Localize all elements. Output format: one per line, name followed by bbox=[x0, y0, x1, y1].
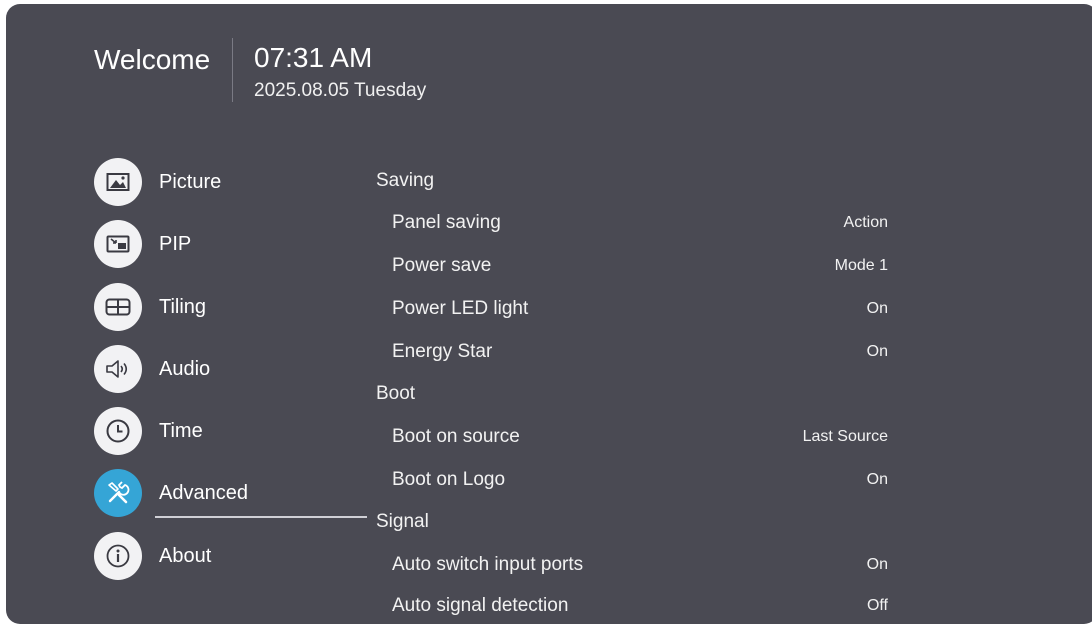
setting-label: Power LED light bbox=[392, 298, 529, 319]
menu-item-advanced[interactable]: Advanced bbox=[94, 469, 248, 517]
active-menu-underline bbox=[155, 516, 367, 518]
header-divider bbox=[232, 38, 233, 102]
setting-label: Energy Star bbox=[392, 341, 493, 362]
speaker-icon bbox=[94, 345, 142, 393]
setting-label: Panel saving bbox=[392, 212, 501, 233]
setting-value: On bbox=[866, 343, 888, 360]
setting-value: Action bbox=[843, 214, 888, 231]
menu-label-time: Time bbox=[159, 419, 203, 442]
menu-item-tiling[interactable]: Tiling bbox=[94, 283, 206, 331]
tiling-icon bbox=[94, 283, 142, 331]
setting-row-power-save[interactable]: Power save Mode 1 bbox=[392, 255, 888, 281]
setting-value: Mode 1 bbox=[834, 257, 888, 274]
tools-icon bbox=[94, 469, 142, 517]
menu-item-pip[interactable]: PIP bbox=[94, 220, 191, 268]
clock-time: 07:31 AM bbox=[254, 42, 373, 73]
menu-item-picture[interactable]: Picture bbox=[94, 158, 221, 206]
section-title-saving: Saving bbox=[376, 170, 435, 191]
setting-label: Boot on source bbox=[392, 426, 520, 447]
menu-label-audio: Audio bbox=[159, 357, 211, 380]
section-title-boot: Boot bbox=[376, 383, 416, 404]
menu-label-pip: PIP bbox=[159, 232, 192, 255]
menu-item-time[interactable]: Time bbox=[94, 407, 203, 455]
menu-label-tiling: Tiling bbox=[159, 295, 207, 318]
setting-row-energy-star[interactable]: Energy Star On bbox=[392, 341, 888, 367]
menu-label-advanced: Advanced bbox=[159, 481, 248, 504]
setting-value: On bbox=[866, 300, 888, 317]
setting-row-boot-on-source[interactable]: Boot on source Last Source bbox=[392, 426, 888, 452]
menu-item-about[interactable]: About bbox=[94, 532, 211, 580]
setting-label: Boot on Logo bbox=[392, 469, 506, 490]
setting-row-panel-saving[interactable]: Panel saving Action bbox=[392, 212, 888, 238]
info-icon bbox=[94, 532, 142, 580]
settings-panel: Welcome 07:31 AM 2025.08.05 Tuesday Pict… bbox=[6, 4, 1092, 624]
clock-date: 2025.08.05 Tuesday bbox=[254, 80, 427, 101]
welcome-text: Welcome bbox=[94, 44, 211, 75]
setting-value: Off bbox=[866, 597, 888, 614]
setting-label: Power save bbox=[392, 255, 492, 276]
setting-value: On bbox=[866, 556, 888, 573]
setting-row-auto-switch-input-ports[interactable]: Auto switch input ports On bbox=[392, 554, 888, 580]
setting-row-power-led-light[interactable]: Power LED light On bbox=[392, 298, 888, 324]
setting-row-boot-on-logo[interactable]: Boot on Logo On bbox=[392, 469, 888, 495]
setting-value: On bbox=[866, 471, 888, 488]
pip-icon bbox=[94, 220, 142, 268]
setting-label: Auto switch input ports bbox=[392, 554, 584, 575]
section-title-signal: Signal bbox=[376, 511, 429, 532]
menu-item-audio[interactable]: Audio bbox=[94, 345, 210, 393]
setting-row-auto-signal-detection[interactable]: Auto signal detection Off bbox=[392, 595, 888, 621]
menu-label-about: About bbox=[159, 544, 212, 567]
setting-label: Auto signal detection bbox=[392, 595, 569, 616]
menu-label-picture: Picture bbox=[159, 170, 222, 193]
picture-icon bbox=[94, 158, 142, 206]
clock-icon bbox=[94, 407, 142, 455]
setting-value: Last Source bbox=[802, 428, 888, 445]
